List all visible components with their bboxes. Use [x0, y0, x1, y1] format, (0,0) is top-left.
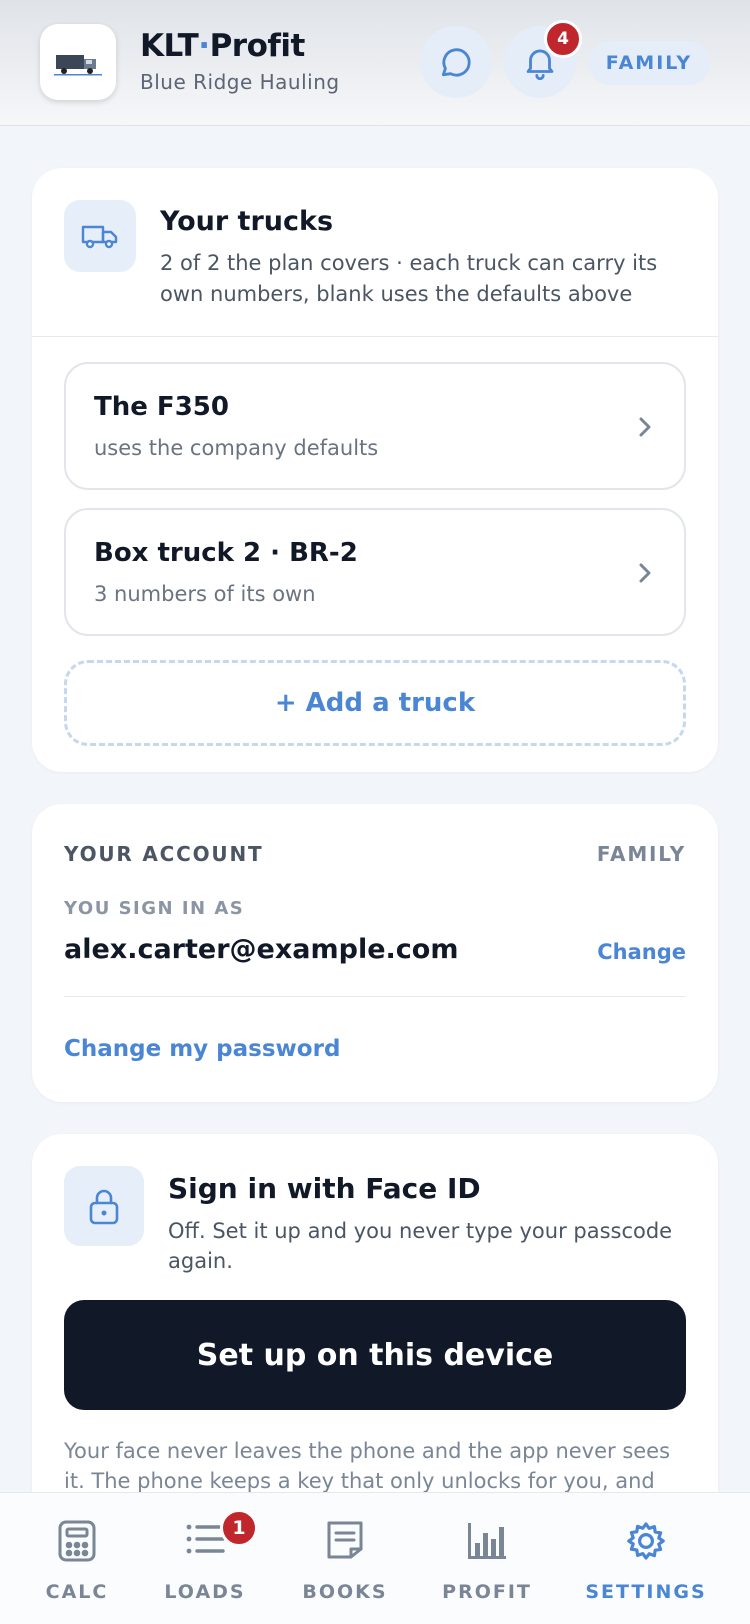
tab-label: BOOKS: [302, 1581, 388, 1603]
tab-settings[interactable]: SETTINGS: [571, 1493, 721, 1624]
faceid-card: Sign in with Face ID Off. Set it up and …: [32, 1134, 718, 1554]
notifications-badge: 4: [544, 20, 582, 58]
account-card: YOUR ACCOUNT FAMILY YOU SIGN IN AS alex.…: [32, 804, 718, 1102]
add-truck-button[interactable]: + Add a truck: [64, 660, 686, 746]
truck-row-f350[interactable]: The F350 uses the company defaults: [64, 362, 686, 490]
trucks-card: Your trucks 2 of 2 the plan covers · eac…: [32, 168, 718, 772]
plan-badge[interactable]: FAMILY: [588, 41, 710, 85]
truck-name: The F350: [94, 392, 229, 422]
change-password-link[interactable]: Change my password: [64, 1036, 340, 1062]
chevron-right-icon: [639, 563, 651, 583]
trucks-title: Your trucks: [160, 206, 334, 237]
truck-sub: 3 numbers of its own: [94, 582, 316, 606]
tab-label: PROFIT: [442, 1581, 532, 1603]
lock-icon: [89, 1189, 119, 1225]
app-title: KLT·Profit: [140, 28, 305, 64]
document-icon: [327, 1521, 363, 1559]
truck-name: Box truck 2 · BR-2: [94, 538, 358, 568]
chat-bubble-icon: [441, 48, 471, 77]
truck-sub: uses the company defaults: [94, 436, 379, 460]
company-name: Blue Ridge Hauling: [140, 70, 340, 94]
faceid-description: Off. Set it up and you never type your p…: [168, 1219, 673, 1273]
change-email-link[interactable]: Change: [597, 940, 686, 964]
bar-chart-icon: [468, 1523, 506, 1559]
app-header: KLT·Profit Blue Ridge Hauling 4 FAMILY: [0, 0, 750, 126]
messages-button[interactable]: [420, 26, 492, 98]
tab-loads[interactable]: LOADS: [130, 1493, 280, 1624]
truck-tile: [64, 200, 136, 272]
account-section-title: YOUR ACCOUNT: [64, 842, 264, 866]
setup-faceid-button[interactable]: Set up on this device: [64, 1300, 686, 1410]
signin-label: YOU SIGN IN AS: [64, 898, 245, 919]
faceid-title: Sign in with Face ID: [168, 1172, 481, 1205]
faceid-footnote: Your face never leaves the phone and the…: [64, 1439, 671, 1493]
gear-icon: [627, 1522, 665, 1560]
lock-tile: [64, 1166, 144, 1246]
chevron-right-icon: [639, 417, 651, 437]
tab-label: SETTINGS: [585, 1581, 707, 1603]
truck-row-box-truck-2[interactable]: Box truck 2 · BR-2 3 numbers of its own: [64, 508, 686, 636]
tab-label: LOADS: [164, 1581, 246, 1603]
tab-profit[interactable]: PROFIT: [412, 1493, 562, 1624]
company-logo[interactable]: [40, 24, 116, 100]
truck-logo-icon: [54, 55, 102, 76]
account-plan-label: FAMILY: [596, 842, 686, 866]
trucks-description: 2 of 2 the plan covers · each truck can …: [160, 251, 658, 306]
calculator-icon: [58, 1520, 96, 1562]
truck-icon: [81, 225, 118, 249]
account-divider: [64, 996, 686, 997]
trucks-divider: [32, 336, 718, 337]
tab-books[interactable]: BOOKS: [270, 1493, 420, 1624]
loads-badge: 1: [220, 1509, 258, 1547]
account-email: alex.carter@example.com: [64, 934, 459, 965]
bottom-tab-bar: CALC LOADS 1 BOOKS PROFIT SETTINGS: [0, 1492, 750, 1624]
